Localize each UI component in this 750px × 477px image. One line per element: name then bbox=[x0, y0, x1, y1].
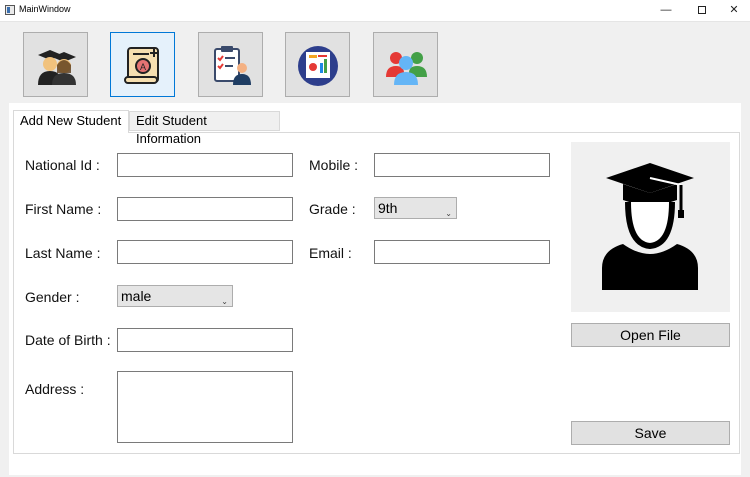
maximize-icon bbox=[698, 6, 706, 15]
title-bar: MainWindow — ✕ bbox=[0, 0, 750, 22]
tab-edit-student-information[interactable]: Edit Student Information bbox=[129, 111, 280, 146]
toolbar-report-button[interactable] bbox=[285, 32, 350, 97]
save-button[interactable]: Save bbox=[571, 421, 730, 445]
open-file-button[interactable]: Open File bbox=[571, 323, 730, 347]
group-users-icon bbox=[386, 52, 427, 85]
window-title: MainWindow bbox=[19, 4, 71, 14]
dob-field[interactable] bbox=[117, 328, 293, 352]
address-field[interactable] bbox=[117, 371, 293, 443]
gender-select[interactable]: male ⌄ bbox=[117, 285, 233, 307]
student-photo bbox=[571, 142, 730, 312]
toolbar-students-button[interactable] bbox=[23, 32, 88, 97]
first-name-field[interactable] bbox=[117, 197, 293, 221]
chevron-down-icon: ⌄ bbox=[445, 209, 452, 218]
toolbar-clipboard-button[interactable] bbox=[198, 32, 263, 97]
minimize-button[interactable]: — bbox=[648, 0, 684, 22]
close-button[interactable]: ✕ bbox=[716, 0, 750, 22]
last-name-field[interactable] bbox=[117, 240, 293, 264]
chevron-down-icon: ⌄ bbox=[221, 297, 228, 306]
svg-text:A: A bbox=[140, 62, 146, 72]
clipboard-teacher-icon bbox=[214, 46, 251, 85]
dob-label: Date of Birth : bbox=[25, 332, 111, 348]
students-icon bbox=[38, 50, 76, 85]
graduate-avatar-icon bbox=[602, 163, 698, 290]
address-label: Address : bbox=[25, 381, 85, 397]
report-icon bbox=[298, 46, 338, 86]
grade-label: Grade : bbox=[309, 201, 356, 217]
gender-label: Gender : bbox=[25, 289, 80, 305]
app-window-icon bbox=[5, 5, 15, 15]
mobile-label: Mobile : bbox=[309, 157, 359, 173]
national-id-label: National Id : bbox=[25, 157, 100, 173]
tab-add-new-student[interactable]: Add New Student bbox=[13, 110, 129, 133]
grade-value: 9th bbox=[378, 200, 398, 216]
toolbar-certificate-button[interactable]: A bbox=[110, 32, 175, 97]
national-id-field[interactable] bbox=[117, 153, 293, 177]
gender-value: male bbox=[121, 288, 152, 304]
grade-select[interactable]: 9th ⌄ bbox=[374, 197, 457, 219]
email-label: Email : bbox=[309, 245, 352, 261]
email-field[interactable] bbox=[374, 240, 550, 264]
first-name-label: First Name : bbox=[25, 201, 102, 217]
maximize-button[interactable] bbox=[684, 0, 720, 22]
certificate-icon: A bbox=[124, 47, 159, 84]
toolbar-users-button[interactable] bbox=[373, 32, 438, 97]
last-name-label: Last Name : bbox=[25, 245, 101, 261]
mobile-field[interactable] bbox=[374, 153, 550, 177]
